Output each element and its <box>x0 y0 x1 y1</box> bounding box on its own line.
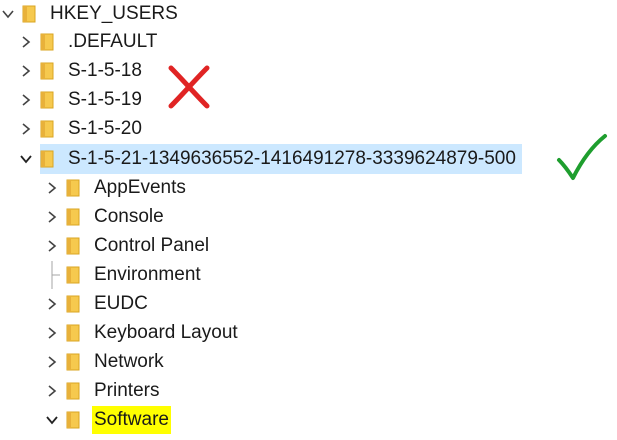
tree-node-label: Network <box>94 351 164 372</box>
tree-node-subkey[interactable]: AppEvents <box>44 174 188 202</box>
chevron-down-icon[interactable] <box>18 145 34 173</box>
chevron-down-icon[interactable] <box>0 0 16 28</box>
folder-icon <box>66 237 80 255</box>
tree-node-label: Console <box>94 206 164 227</box>
tree-node-label: S-1-5-19 <box>68 89 142 110</box>
chevron-right-icon[interactable] <box>44 290 60 318</box>
tree-node-root[interactable]: HKEY_USERS <box>0 0 180 28</box>
folder-icon <box>66 353 80 371</box>
tree-node-label: Environment <box>94 264 201 285</box>
folder-icon <box>66 411 80 429</box>
tree-node-subkey-software[interactable]: Software <box>44 406 171 434</box>
folder-icon <box>66 324 80 342</box>
folder-icon <box>40 33 54 51</box>
tree-node-subkey[interactable]: Environment <box>44 261 203 289</box>
chevron-right-icon[interactable] <box>44 203 60 231</box>
tree-node-label: .DEFAULT <box>68 31 158 52</box>
chevron-right-icon[interactable] <box>44 232 60 260</box>
chevron-down-icon[interactable] <box>44 406 60 434</box>
tree-node-user[interactable]: S-1-5-18 <box>18 57 144 85</box>
tree-node-subkey[interactable]: Printers <box>44 377 161 405</box>
tree-node-user[interactable]: .DEFAULT <box>18 28 159 56</box>
tree-node-subkey[interactable]: Keyboard Layout <box>44 319 240 347</box>
folder-icon <box>66 266 80 284</box>
registry-tree: HKEY_USERS .DEFAULT S-1-5-18 S-1-5-19 S-… <box>0 0 617 440</box>
chevron-right-icon[interactable] <box>44 319 60 347</box>
tree-node-label: S-1-5-18 <box>68 60 142 81</box>
chevron-right-icon[interactable] <box>44 348 60 376</box>
tree-node-label: Control Panel <box>94 235 210 256</box>
folder-icon <box>40 62 54 80</box>
chevron-right-icon[interactable] <box>18 115 34 143</box>
folder-icon <box>40 120 54 138</box>
chevron-right-icon[interactable] <box>44 377 60 405</box>
tree-connector-line <box>44 261 60 289</box>
tree-node-label: S-1-5-21-1349636552-1416491278-333962487… <box>68 148 516 169</box>
tree-node-subkey[interactable]: EUDC <box>44 290 150 318</box>
tree-node-label: Printers <box>94 380 160 401</box>
folder-icon <box>40 150 54 168</box>
folder-icon <box>22 5 36 23</box>
tree-node-label: Software <box>92 406 171 434</box>
tree-node-label: EUDC <box>94 293 148 314</box>
red-x-icon <box>168 65 210 109</box>
tree-node-user[interactable]: S-1-5-19 <box>18 86 144 114</box>
folder-icon <box>66 295 80 313</box>
tree-node-label: HKEY_USERS <box>50 3 178 24</box>
tree-node-label: Keyboard Layout <box>94 322 238 343</box>
folder-icon <box>66 179 80 197</box>
chevron-right-icon[interactable] <box>18 86 34 114</box>
green-checkmark-icon <box>557 134 607 180</box>
folder-icon <box>66 382 80 400</box>
chevron-right-icon[interactable] <box>18 57 34 85</box>
tree-node-user[interactable]: S-1-5-20 <box>18 115 144 143</box>
folder-icon <box>66 208 80 226</box>
tree-node-label: S-1-5-20 <box>68 118 142 139</box>
folder-icon <box>40 91 54 109</box>
chevron-right-icon[interactable] <box>44 174 60 202</box>
tree-node-subkey[interactable]: Console <box>44 203 166 231</box>
tree-node-user-selected[interactable]: S-1-5-21-1349636552-1416491278-333962487… <box>18 145 518 173</box>
chevron-right-icon[interactable] <box>18 28 34 56</box>
tree-node-subkey[interactable]: Network <box>44 348 166 376</box>
tree-node-label: AppEvents <box>94 177 186 198</box>
tree-node-subkey[interactable]: Control Panel <box>44 232 211 260</box>
